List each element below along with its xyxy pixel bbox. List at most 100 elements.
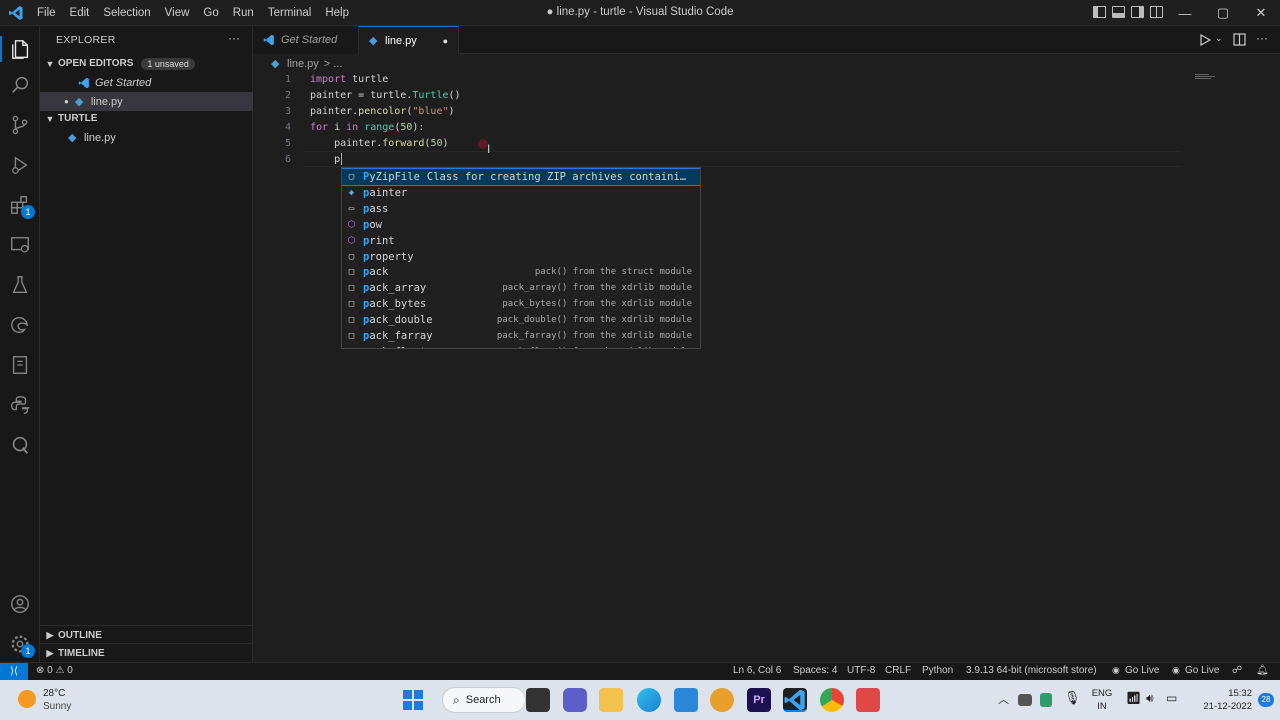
file-line-py[interactable]: ◆ line.py: [40, 128, 253, 147]
source-control-icon[interactable]: [8, 113, 32, 137]
suggestion-item[interactable]: □ pack_farray pack_farray() from the xdrli…: [342, 328, 700, 344]
language-eng[interactable]: ENG: [1091, 688, 1113, 699]
weather-temp[interactable]: 28°C: [43, 688, 65, 699]
open-editors-header[interactable]: ▼ OPEN EDITORS 1 unsaved: [40, 54, 253, 73]
code-editor[interactable]: 1 2 3 4 5 6 import turtle painter = turtle.Tur…: [253, 72, 1280, 662]
timeline-header[interactable]: ▶ TIMELINE: [40, 643, 253, 662]
screen-recorder-icon[interactable]: [856, 688, 880, 712]
folder-turtle-header[interactable]: ▼ TURTLE: [40, 109, 253, 128]
task-view-icon[interactable]: [526, 688, 550, 712]
security-icon[interactable]: [1040, 693, 1052, 707]
customize-layout-icon[interactable]: [1150, 6, 1163, 18]
teams-chat-icon[interactable]: [563, 688, 587, 712]
suggestion-item[interactable]: □ pack pack() from the struct module: [342, 264, 700, 280]
code-line[interactable]: painter = turtle.Turtle(): [310, 90, 461, 101]
menu-view[interactable]: View: [158, 7, 197, 19]
toggle-panel-icon[interactable]: [1112, 6, 1125, 18]
suggestion-item[interactable]: ◈ painter: [342, 185, 700, 201]
suggestion-item[interactable]: ▢ PyZipFile Class for creating ZIP archive…: [342, 168, 700, 186]
run-python-file-icon[interactable]: [1199, 34, 1211, 46]
file-explorer-icon[interactable]: [599, 688, 623, 712]
minimap[interactable]: [1193, 72, 1263, 82]
accounts-icon[interactable]: [8, 592, 32, 616]
open-editor-get-started[interactable]: Get Started: [40, 73, 253, 92]
search-q-icon[interactable]: [8, 433, 32, 457]
editor-more-icon[interactable]: ···: [1256, 31, 1268, 45]
more-actions-icon[interactable]: ···: [228, 31, 240, 45]
remote-indicator[interactable]: ⟩⟨: [0, 663, 28, 680]
cursor-position[interactable]: Ln 6, Col 6: [733, 665, 781, 676]
suggestion-item[interactable]: □ pack_array pack_array() from the xdrlib …: [342, 280, 700, 296]
suggestion-item[interactable]: ⬡ pow: [342, 217, 700, 233]
breadcrumb-file[interactable]: line.py: [287, 58, 319, 70]
explorer-icon[interactable]: [0, 36, 40, 62]
end-of-line[interactable]: CRLF: [885, 665, 911, 676]
suggest-widget[interactable]: ▢ PyZipFile Class for creating ZIP archive…: [341, 167, 701, 349]
clock-time[interactable]: 15:32: [1196, 688, 1252, 699]
remote-explorer-icon[interactable]: [8, 233, 32, 257]
close-button[interactable]: ✕: [1242, 0, 1280, 26]
onedrive-icon[interactable]: [1018, 694, 1032, 706]
testing-icon[interactable]: [8, 273, 32, 297]
toggle-sidebar-icon[interactable]: [1093, 6, 1106, 18]
settings-icon[interactable]: 1: [8, 632, 35, 658]
split-editor-icon[interactable]: [1233, 33, 1246, 46]
windows-start-icon[interactable]: [403, 690, 423, 710]
maximize-button[interactable]: ▢: [1204, 0, 1242, 26]
extensions-icon[interactable]: 1: [8, 193, 35, 219]
tray-chevron-up-icon[interactable]: ︿: [998, 691, 1009, 707]
menu-help[interactable]: Help: [318, 7, 356, 19]
code-line[interactable]: import turtle: [310, 74, 388, 85]
toggle-secondary-sidebar-icon[interactable]: [1131, 6, 1144, 18]
suggestion-item[interactable]: ▭ pass: [342, 201, 700, 217]
code-line[interactable]: painter.pencolor("blue"): [310, 106, 455, 117]
mail-icon[interactable]: [674, 688, 698, 712]
suggestion-item[interactable]: ▢ property: [342, 249, 700, 265]
minimize-button[interactable]: —: [1166, 0, 1204, 26]
chrome-icon[interactable]: [820, 688, 844, 712]
menu-go[interactable]: Go: [196, 7, 225, 19]
code-line[interactable]: for i in range(50):: [310, 122, 424, 133]
python-interpreter[interactable]: 3.9.13 64-bit (microsoft store): [966, 665, 1097, 676]
menu-selection[interactable]: Selection: [96, 7, 157, 19]
tab-dirty-dot-icon[interactable]: ●: [443, 36, 448, 46]
suggestion-item[interactable]: □ pack_double pack_double() from the xdrli…: [342, 312, 700, 328]
tab-get-started[interactable]: Get Started: [253, 26, 359, 54]
norton-icon[interactable]: [710, 688, 734, 712]
menu-edit[interactable]: Edit: [63, 7, 97, 19]
notification-count[interactable]: 28: [1258, 693, 1274, 707]
menu-terminal[interactable]: Terminal: [261, 7, 318, 19]
problems-indicator[interactable]: ⊗ 0 ⚠ 0: [36, 665, 73, 676]
indentation[interactable]: Spaces: 4: [793, 665, 837, 676]
go-live-button-2[interactable]: Go Live: [1185, 665, 1219, 676]
vscode-taskbar-icon[interactable]: [783, 688, 807, 712]
edge-tools-icon[interactable]: [8, 313, 32, 337]
encoding[interactable]: UTF-8: [847, 665, 875, 676]
microphone-icon[interactable]: 🎙︎: [1064, 690, 1081, 706]
breadcrumb-rest[interactable]: > ...: [324, 58, 343, 70]
volume-icon[interactable]: 🔊︎: [1146, 691, 1154, 706]
battery-icon[interactable]: ▭: [1166, 691, 1177, 705]
notifications-bell-icon[interactable]: 🔔︎: [1256, 665, 1269, 676]
premiere-pro-icon[interactable]: Pr: [747, 688, 771, 712]
python-icon[interactable]: [8, 393, 32, 417]
search-icon[interactable]: [8, 73, 32, 97]
menu-file[interactable]: File: [30, 7, 63, 19]
book-icon[interactable]: [8, 353, 32, 377]
outline-header[interactable]: ▶ OUTLINE: [40, 625, 253, 644]
code-line[interactable]: painter.forward(50): [310, 138, 448, 149]
menu-run[interactable]: Run: [226, 7, 261, 19]
go-live-button[interactable]: Go Live: [1125, 665, 1159, 676]
edge-browser-icon[interactable]: [637, 688, 661, 712]
feedback-icon[interactable]: ☍: [1232, 665, 1242, 676]
suggestion-item[interactable]: ⬡ print: [342, 233, 700, 249]
suggestion-item[interactable]: □ pack_float pack_float() from the xdrlib …: [342, 344, 700, 348]
tab-line-py[interactable]: ◆ line.py ●: [359, 26, 459, 54]
wifi-icon[interactable]: 📶︎: [1126, 691, 1141, 705]
suggestion-item[interactable]: □ pack_bytes pack_bytes() from the xdrlib …: [342, 296, 700, 312]
run-dropdown-chevron-icon[interactable]: ⌄: [1215, 33, 1223, 44]
sun-weather-icon[interactable]: [18, 690, 36, 708]
taskbar-search[interactable]: ⌕ Search: [442, 687, 526, 713]
language-mode[interactable]: Python: [922, 665, 953, 676]
run-debug-icon[interactable]: [8, 153, 32, 177]
